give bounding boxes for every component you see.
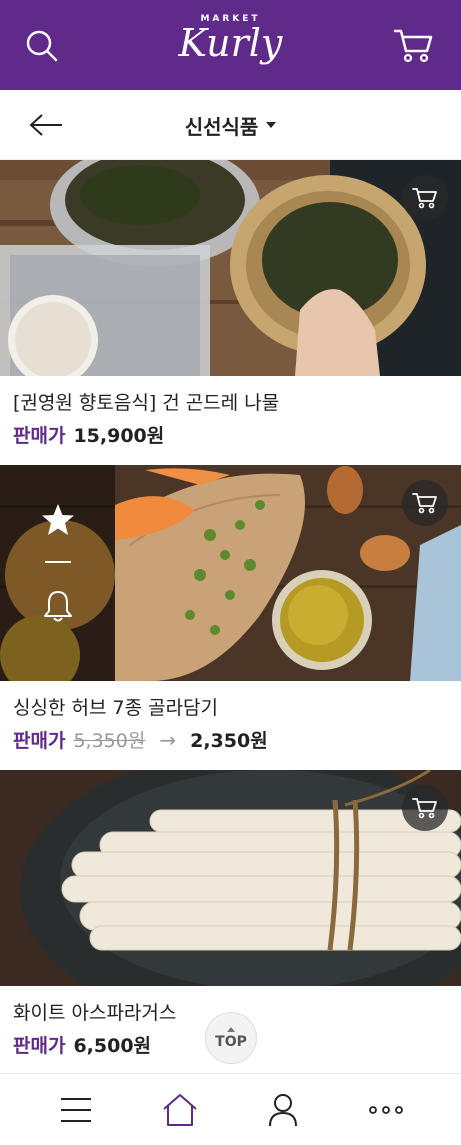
nav-more[interactable] bbox=[362, 1088, 410, 1132]
divider bbox=[44, 561, 71, 563]
cart-icon bbox=[393, 29, 433, 63]
product-item[interactable]: [권영원 향토음식] 건 곤드레 나물 판매가 15,900원 bbox=[0, 160, 461, 465]
product-price: 판매가 15,900원 bbox=[13, 421, 164, 448]
product-item[interactable]: 싱싱한 허브 7종 골라담기 판매가 5,350원 → 2,350원 bbox=[0, 465, 461, 770]
menu-icon bbox=[61, 1098, 91, 1122]
app-logo[interactable]: MARKET Kurly bbox=[160, 10, 301, 80]
add-to-cart-button[interactable] bbox=[402, 480, 448, 526]
price-arrow: → bbox=[159, 727, 177, 752]
back-button[interactable] bbox=[22, 104, 70, 146]
cart-icon bbox=[412, 493, 437, 514]
scroll-top-label: TOP bbox=[215, 1033, 247, 1050]
logo-kurly-text: Kurly bbox=[178, 21, 283, 65]
notify-button[interactable] bbox=[43, 589, 73, 627]
star-icon bbox=[41, 504, 74, 535]
scroll-top-button[interactable]: TOP bbox=[205, 1012, 257, 1064]
top-app-bar: MARKET Kurly bbox=[0, 0, 461, 90]
quick-actions-panel bbox=[0, 465, 115, 681]
cart-button[interactable] bbox=[390, 22, 438, 70]
add-to-cart-button[interactable] bbox=[402, 175, 448, 221]
product-name[interactable]: 화이트 아스파라거스 bbox=[13, 998, 176, 1025]
category-dropdown[interactable]: 신선식품 bbox=[160, 110, 301, 140]
arrow-left-icon bbox=[29, 114, 62, 136]
price-label: 판매가 bbox=[13, 1035, 66, 1057]
user-icon bbox=[269, 1094, 297, 1127]
cart-icon bbox=[412, 798, 437, 819]
product-image[interactable] bbox=[0, 770, 461, 986]
category-header: 신선식품 bbox=[0, 90, 461, 160]
product-name[interactable]: [권영원 향토음식] 건 곤드레 나물 bbox=[13, 388, 279, 415]
bell-icon bbox=[43, 591, 72, 622]
product-image[interactable] bbox=[0, 465, 461, 681]
price-label: 판매가 bbox=[13, 425, 66, 447]
wishlist-button[interactable] bbox=[40, 503, 76, 541]
search-button[interactable] bbox=[18, 22, 66, 70]
bottom-navigation bbox=[0, 1073, 461, 1145]
search-icon bbox=[26, 30, 58, 62]
price-label: 판매가 bbox=[13, 730, 66, 752]
price-value: 15,900원 bbox=[73, 425, 165, 447]
add-to-cart-button[interactable] bbox=[402, 785, 448, 831]
original-price: 5,350원 bbox=[73, 730, 146, 752]
price-value: 6,500원 bbox=[73, 1035, 152, 1057]
category-title: 신선식품 bbox=[184, 114, 259, 139]
more-icon bbox=[369, 1106, 403, 1114]
product-name[interactable]: 싱싱한 허브 7종 골라담기 bbox=[13, 693, 218, 720]
home-icon bbox=[163, 1094, 197, 1126]
nav-home[interactable] bbox=[156, 1088, 204, 1132]
price-value: 2,350원 bbox=[190, 730, 268, 752]
cart-icon bbox=[412, 188, 437, 209]
nav-my-account[interactable] bbox=[259, 1088, 307, 1132]
nav-menu[interactable] bbox=[52, 1088, 100, 1132]
product-price: 판매가 5,350원 → 2,350원 bbox=[13, 726, 268, 753]
product-price: 판매가 6,500원 bbox=[13, 1031, 151, 1058]
product-image[interactable] bbox=[0, 160, 461, 376]
caret-down-icon bbox=[266, 122, 277, 128]
caret-up-icon bbox=[227, 1026, 235, 1032]
